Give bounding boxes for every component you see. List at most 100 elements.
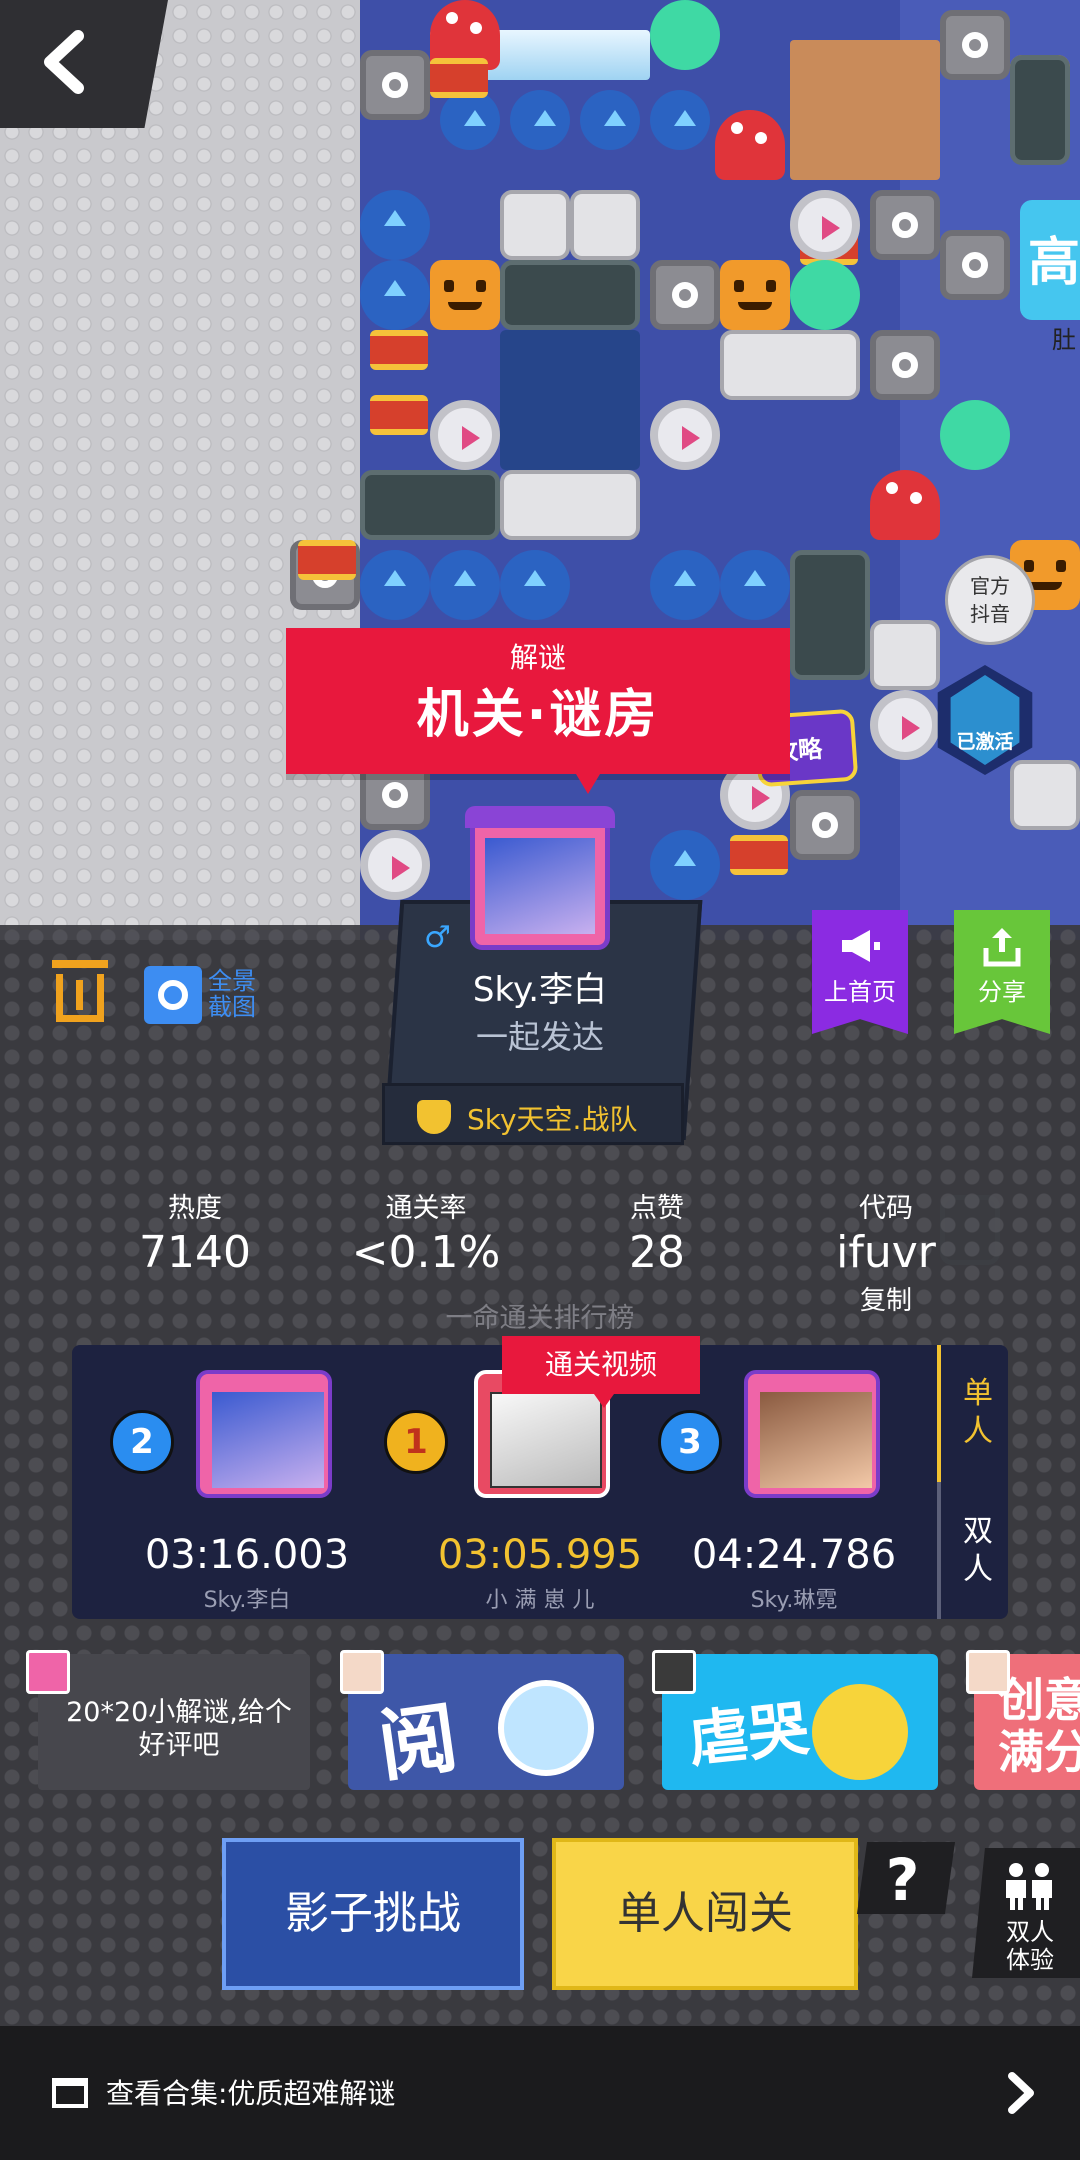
heat-stat: 热度 7140 xyxy=(95,1186,295,1278)
leaderboard-title: 一命通关排行榜 xyxy=(445,1303,635,1334)
pass-rate-stat: 通关率 <0.1% xyxy=(326,1186,526,1278)
tnt-tile xyxy=(298,540,356,580)
gender-male-icon: ♂ xyxy=(424,920,451,955)
help-button[interactable]: ? xyxy=(856,1842,956,1914)
player-avatar[interactable] xyxy=(744,1370,880,1498)
mode-divider-inactive xyxy=(937,1482,941,1619)
solo-play-label: 单人闯关 xyxy=(617,1888,793,1939)
card-author-avatar xyxy=(966,1650,1010,1694)
mode-single-tab[interactable]: 单人 xyxy=(952,1375,1004,1451)
play-tile xyxy=(940,400,1010,470)
banner-pointer xyxy=(576,774,600,794)
play-tile xyxy=(650,0,720,70)
player-time: 04:24.786 xyxy=(691,1532,897,1578)
chevron-right-icon xyxy=(1008,2072,1034,2114)
stone-tile xyxy=(870,620,940,690)
gear-tile xyxy=(870,330,940,400)
camera-icon[interactable] xyxy=(144,966,202,1024)
side-tag[interactable]: 高 xyxy=(1020,200,1080,320)
side-tag-text: 高 xyxy=(1028,233,1080,293)
gear-tile xyxy=(790,790,860,860)
likes-stat: 点赞 28 xyxy=(557,1186,757,1278)
bounce-tile xyxy=(360,260,430,330)
rank-medal: 1 xyxy=(384,1410,448,1474)
team-badge[interactable]: Sky天空.战队 xyxy=(382,1083,684,1145)
player-avatar-image xyxy=(490,1392,602,1488)
fan-tile xyxy=(650,90,710,150)
gear-tile xyxy=(940,10,1010,80)
switch-tile xyxy=(360,470,500,540)
mode-double-tab[interactable]: 双人 xyxy=(952,1513,1004,1589)
player-name: Sky.琳霓 xyxy=(750,1588,838,1613)
team-name: Sky天空.战队 xyxy=(467,1103,638,1136)
player-avatar-image xyxy=(760,1392,872,1488)
level-category: 解谜 xyxy=(509,641,566,674)
pumpkin-tile xyxy=(430,260,500,330)
bounce-tile xyxy=(360,190,430,260)
tnt-tile xyxy=(370,395,428,435)
tnt-tile xyxy=(430,58,488,98)
card-title: 创意满分 xyxy=(998,1673,1080,1779)
comment-avatar xyxy=(26,1650,70,1694)
wood-crate xyxy=(790,40,940,180)
clear-video-button[interactable]: 通关视频 xyxy=(502,1336,700,1408)
duo-experience-button[interactable]: 双人体验 xyxy=(972,1848,1080,1978)
question-mark-icon: ? xyxy=(885,1846,920,1914)
back-button[interactable] xyxy=(0,0,168,128)
level-title-banner: 解谜 机关·谜房 xyxy=(286,628,790,794)
author-avatar[interactable] xyxy=(465,806,615,950)
share-icon xyxy=(983,928,1021,967)
collection-bar[interactable]: 查看合集:优质超难解谜 xyxy=(0,2026,1080,2160)
recommended-level-card[interactable]: 虐哭 xyxy=(662,1654,938,1790)
arrow-tile xyxy=(790,190,860,260)
stone-tile xyxy=(1010,760,1080,830)
official-badge-line1: 官方 xyxy=(970,574,1010,598)
bunny-mascot-icon xyxy=(498,1680,594,1776)
arrow-tile xyxy=(430,400,500,470)
side-tag-subtext: 肚 xyxy=(1052,326,1076,354)
level-map-preview xyxy=(0,0,1080,1265)
fan-tile xyxy=(580,90,640,150)
pass-rate-label: 通关率 xyxy=(385,1193,467,1224)
trash-icon xyxy=(52,960,108,968)
pumpkin-tile xyxy=(720,260,790,330)
tnt-tile xyxy=(730,835,788,875)
stone-tile xyxy=(500,470,640,540)
shadow-challenge-button[interactable]: 影子挑战 xyxy=(222,1838,524,1990)
promote-label: 上首页 xyxy=(824,978,896,1006)
avatar-frame-roof xyxy=(465,806,615,828)
panorama-screenshot-label[interactable]: 全景截图 xyxy=(208,968,268,1020)
card-title: 虐哭 xyxy=(685,1693,812,1777)
player-name: 小 满 崽 儿 xyxy=(485,1588,595,1613)
trophy-icon xyxy=(417,1100,451,1134)
player-avatar[interactable] xyxy=(196,1370,332,1498)
shadow-challenge-label: 影子挑战 xyxy=(285,1888,461,1939)
card-author-avatar xyxy=(340,1650,384,1694)
solo-play-button[interactable]: 单人闯关 xyxy=(552,1838,858,1990)
bounce-tile xyxy=(430,550,500,620)
share-button[interactable]: 分享 xyxy=(954,910,1050,1034)
arrow-tile xyxy=(650,400,720,470)
duo-experience-label: 双人体验 xyxy=(1006,1918,1054,1974)
gear-tile xyxy=(360,50,430,120)
bounce-tile xyxy=(500,550,570,620)
switch-tile xyxy=(1010,55,1070,165)
delete-button[interactable] xyxy=(52,960,108,1022)
player-avatar-image xyxy=(212,1392,324,1488)
saw-block xyxy=(500,330,640,470)
gear-tile xyxy=(940,230,1010,300)
stone-tile xyxy=(570,190,640,260)
avatar-image xyxy=(485,838,595,934)
code-value: ifuvr xyxy=(836,1227,936,1278)
bounce-tile xyxy=(650,830,720,900)
promote-homepage-button[interactable]: 上首页 xyxy=(812,910,908,1034)
fan-tile xyxy=(440,90,500,150)
stone-tile xyxy=(500,190,570,260)
bounce-tile xyxy=(650,550,720,620)
official-douyin-badge[interactable]: 官方 抖音 xyxy=(945,555,1035,645)
mushroom-tile xyxy=(870,470,940,540)
fan-tile xyxy=(510,90,570,150)
arrow-tile xyxy=(870,690,940,760)
play-tile xyxy=(790,260,860,330)
recommended-level-card[interactable]: 阅 xyxy=(348,1654,624,1790)
